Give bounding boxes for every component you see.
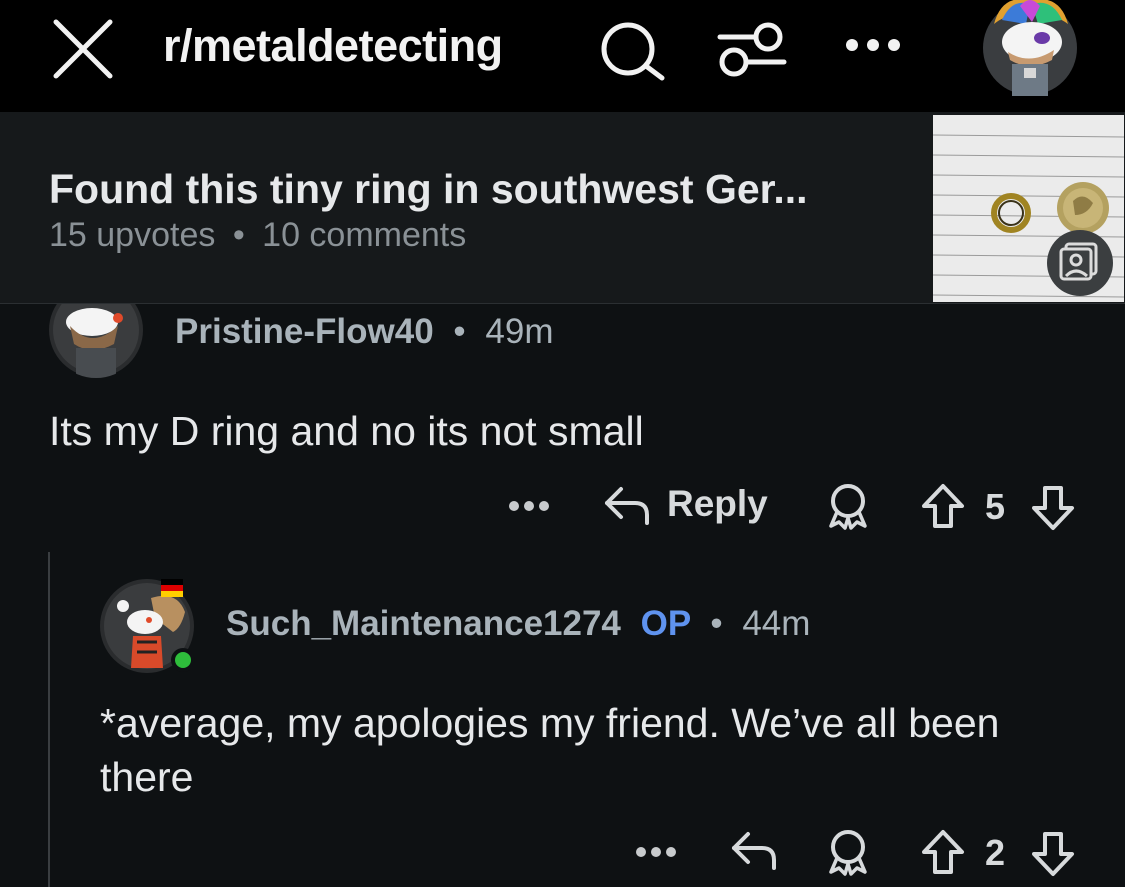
comment-meta: Pristine-Flow40 • 49m <box>175 312 554 352</box>
comment-time: 49m <box>485 312 554 351</box>
upvote-count: 15 upvotes <box>49 216 216 254</box>
subreddit-title[interactable]: r/metaldetecting <box>163 20 503 72</box>
more-icon[interactable] <box>842 30 904 60</box>
online-indicator <box>171 648 195 672</box>
top-bar: r/metaldetecting <box>0 0 1125 112</box>
flag-icon <box>161 579 183 597</box>
post-header[interactable]: Found this tiny ring in southwest Ger...… <box>0 112 1125 304</box>
meta-separator: • <box>453 312 466 351</box>
reply-icon <box>605 487 649 525</box>
reply-label: Reply <box>667 483 768 524</box>
commenter-avatar[interactable] <box>48 304 144 378</box>
comment-count: 10 comments <box>262 216 467 254</box>
close-icon[interactable] <box>52 18 114 80</box>
post-thumbnail[interactable] <box>933 115 1124 302</box>
comment-body: *average, my apologies my friend. We’ve … <box>100 700 1000 800</box>
award-icon[interactable] <box>825 828 871 876</box>
reply-icon[interactable] <box>730 828 778 874</box>
comment-body: Its my D ring and no its not small <box>49 408 644 454</box>
op-badge: OP <box>640 604 691 643</box>
thread-line[interactable] <box>48 552 50 887</box>
comment-time: 44m <box>742 604 811 643</box>
gallery-icon <box>1059 242 1098 281</box>
downvote-icon[interactable] <box>1030 484 1076 532</box>
meta-separator: • <box>232 216 245 254</box>
search-icon[interactable] <box>598 20 668 82</box>
upvote-icon[interactable] <box>920 482 966 530</box>
vote-count: 2 <box>985 832 1006 873</box>
upvote-icon[interactable] <box>920 828 966 876</box>
username[interactable]: Such_Maintenance1274 <box>226 604 621 643</box>
comment-meta: Such_Maintenance1274 OP • 44m <box>226 604 810 644</box>
filter-icon[interactable] <box>716 20 788 78</box>
more-icon[interactable] <box>634 842 678 862</box>
vote-count: 5 <box>985 486 1006 527</box>
meta-separator: • <box>710 604 723 643</box>
username[interactable]: Pristine-Flow40 <box>175 312 434 351</box>
downvote-icon[interactable] <box>1030 830 1076 878</box>
post-title[interactable]: Found this tiny ring in southwest Ger... <box>49 166 808 213</box>
post-meta: 15 upvotes • 10 comments <box>49 216 466 255</box>
gallery-badge <box>1047 230 1113 296</box>
reply-button[interactable]: Reply <box>603 481 773 531</box>
more-icon[interactable] <box>507 496 551 516</box>
award-icon[interactable] <box>825 482 871 530</box>
user-avatar[interactable] <box>982 0 1078 96</box>
